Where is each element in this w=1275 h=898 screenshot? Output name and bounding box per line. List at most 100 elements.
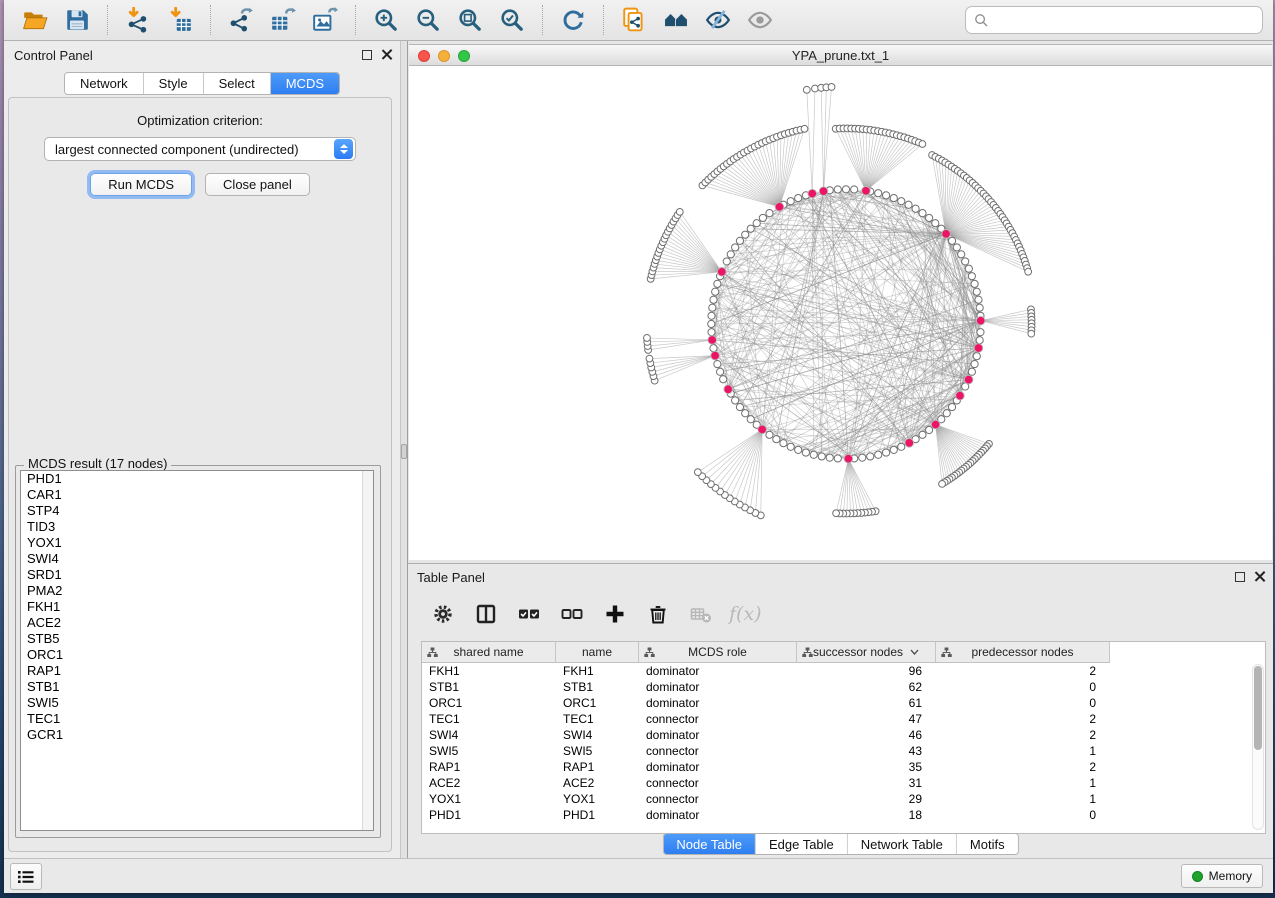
import-network-icon[interactable] (123, 5, 153, 35)
scrollbar-thumb[interactable] (1254, 666, 1262, 750)
table-cell[interactable]: 1 (936, 791, 1110, 807)
network-node[interactable] (1028, 330, 1035, 337)
network-node[interactable] (971, 360, 978, 367)
save-icon[interactable] (62, 5, 92, 35)
column-header-shared-name[interactable]: shared name (422, 642, 556, 663)
table-cell[interactable]: ACE2 (556, 775, 639, 791)
network-node[interactable] (977, 329, 984, 336)
network-node[interactable] (742, 231, 749, 238)
network-canvas[interactable] (409, 66, 1272, 560)
list-item[interactable]: ACE2 (21, 615, 373, 631)
table-cell[interactable]: 35 (797, 759, 936, 775)
network-node[interactable] (732, 397, 739, 404)
tab-motifs[interactable]: Motifs (957, 834, 1018, 854)
network-node[interactable] (859, 454, 866, 461)
network-node[interactable] (795, 446, 802, 453)
network-node[interactable] (905, 201, 912, 208)
close-table-panel-icon[interactable] (1254, 571, 1265, 582)
table-cell[interactable]: RAP1 (556, 759, 639, 775)
table-cell[interactable]: 0 (936, 679, 1110, 695)
list-item[interactable]: TEC1 (21, 711, 373, 727)
select-all-icon[interactable] (512, 599, 546, 629)
network-node[interactable] (727, 251, 734, 258)
table-cell[interactable]: 18 (797, 807, 936, 823)
table-cell[interactable]: 46 (797, 727, 936, 743)
network-node[interactable] (712, 288, 719, 295)
network-node[interactable] (826, 454, 833, 461)
table-cell[interactable]: ORC1 (556, 695, 639, 711)
network-node[interactable] (939, 481, 946, 488)
table-cell[interactable]: PHD1 (422, 807, 556, 823)
search-box[interactable] (965, 6, 1263, 34)
mcds-node[interactable] (964, 375, 973, 384)
table-cell[interactable]: YOX1 (556, 791, 639, 807)
network-node[interactable] (708, 320, 715, 327)
mcds-node[interactable] (724, 385, 733, 394)
network-manager-icon[interactable] (661, 5, 691, 35)
import-table-icon[interactable] (165, 5, 195, 35)
network-node[interactable] (833, 510, 840, 517)
network-node[interactable] (759, 214, 766, 221)
export-image-icon[interactable] (310, 5, 340, 35)
network-node[interactable] (710, 345, 717, 352)
tab-node-table[interactable]: Node Table (663, 834, 756, 854)
network-node[interactable] (795, 194, 802, 201)
column-header-MCDS-role[interactable]: MCDS role (639, 642, 797, 663)
mcds-node[interactable] (808, 189, 817, 198)
network-node[interactable] (948, 237, 955, 244)
memory-button[interactable]: Memory (1181, 864, 1263, 888)
network-node[interactable] (875, 451, 882, 458)
network-node[interactable] (753, 220, 760, 227)
table-cell[interactable]: SWI5 (556, 743, 639, 759)
network-node[interactable] (708, 312, 715, 319)
table-cell[interactable]: STB1 (556, 679, 639, 695)
table-cell[interactable]: dominator (639, 807, 797, 823)
network-node[interactable] (742, 410, 749, 417)
table-cell[interactable]: connector (639, 775, 797, 791)
mcds-node[interactable] (708, 336, 717, 345)
table-cell[interactable]: FKH1 (422, 663, 556, 679)
network-node[interactable] (958, 251, 965, 258)
network-node[interactable] (973, 353, 980, 360)
network-node[interactable] (801, 125, 808, 132)
table-cell[interactable]: SWI5 (422, 743, 556, 759)
network-node[interactable] (646, 355, 653, 362)
network-node[interactable] (834, 186, 841, 193)
zoom-selected-icon[interactable] (497, 5, 527, 35)
table-cell[interactable]: dominator (639, 727, 797, 743)
network-node[interactable] (714, 360, 721, 367)
task-history-button[interactable] (10, 863, 42, 890)
table-cell[interactable]: 2 (936, 727, 1110, 743)
network-node[interactable] (766, 431, 773, 438)
list-item[interactable]: GCR1 (21, 727, 373, 743)
network-node[interactable] (780, 440, 787, 447)
network-node[interactable] (975, 296, 982, 303)
list-item[interactable]: FKH1 (21, 599, 373, 615)
network-node[interactable] (926, 426, 933, 433)
table-cell[interactable]: FKH1 (556, 663, 639, 679)
tab-network[interactable]: Network (65, 73, 144, 94)
network-node[interactable] (676, 208, 683, 215)
table-row[interactable]: STB1STB1dominator620 (422, 679, 1265, 695)
network-node[interactable] (723, 258, 730, 265)
list-item[interactable]: TID3 (21, 519, 373, 535)
list-item[interactable]: SWI5 (21, 695, 373, 711)
table-cell[interactable]: STB1 (422, 679, 556, 695)
mcds-node[interactable] (862, 186, 871, 195)
list-item[interactable]: SRD1 (21, 567, 373, 583)
table-cell[interactable]: connector (639, 743, 797, 759)
network-node[interactable] (953, 244, 960, 251)
network-node[interactable] (919, 431, 926, 438)
mcds-node[interactable] (844, 454, 853, 463)
network-node[interactable] (932, 220, 939, 227)
list-item[interactable]: ORC1 (21, 647, 373, 663)
deselect-all-icon[interactable] (555, 599, 589, 629)
show-columns-icon[interactable] (469, 599, 503, 629)
network-node[interactable] (732, 244, 739, 251)
network-node[interactable] (883, 449, 890, 456)
table-scrollbar[interactable] (1252, 664, 1264, 830)
network-node[interactable] (919, 141, 926, 148)
zoom-fit-icon[interactable] (455, 5, 485, 35)
network-node[interactable] (883, 192, 890, 199)
mcds-node[interactable] (974, 344, 983, 353)
